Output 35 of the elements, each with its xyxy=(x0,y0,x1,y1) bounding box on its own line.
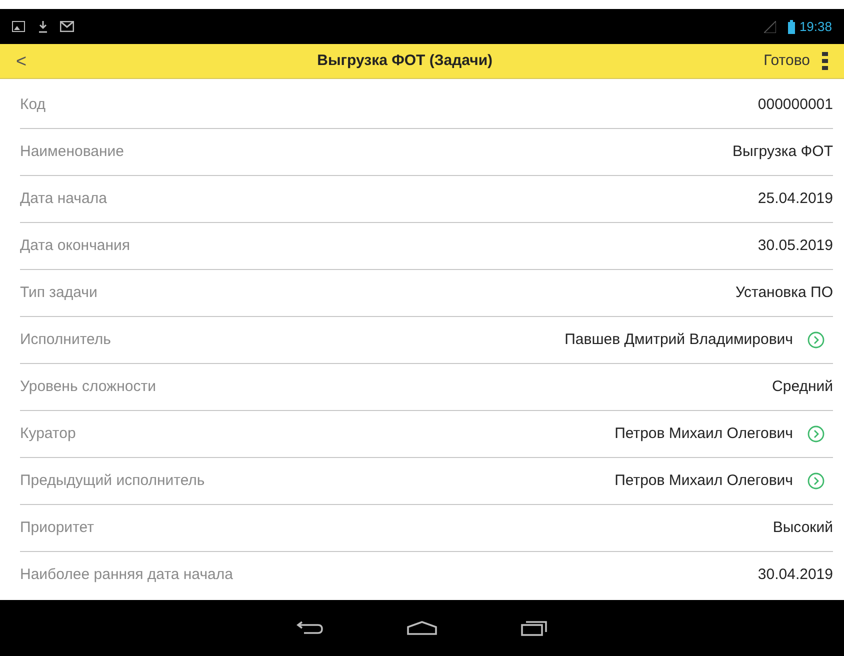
field-label: Код xyxy=(20,94,47,115)
more-menu-icon[interactable] xyxy=(822,52,828,70)
image-icon xyxy=(12,20,26,32)
field-label: Тип задачи xyxy=(20,282,98,303)
field-label: Дата окончания xyxy=(20,236,132,256)
field-label: Приоритет xyxy=(20,518,95,538)
field-value: Средний xyxy=(772,376,833,397)
page-title: Выгрузка ФОТ (Задачи) xyxy=(316,50,494,71)
done-button[interactable]: Готово xyxy=(764,50,810,72)
field-value: Установка ПО xyxy=(735,282,833,303)
field-label: Наименование xyxy=(20,142,125,162)
battery-icon xyxy=(788,20,796,34)
mail-icon xyxy=(60,21,74,32)
field-label: Дата начала xyxy=(20,188,108,209)
field-label: Куратор xyxy=(20,424,77,444)
field-value: 25.04.2019 xyxy=(758,188,833,209)
field-value: Выгрузка ФОТ xyxy=(732,142,833,162)
field-value[interactable]: Петров Михаил Олегович xyxy=(614,470,793,492)
download-icon xyxy=(38,20,48,32)
field-value: 30.05.2019 xyxy=(758,236,833,256)
clock-time: 19:38 xyxy=(799,18,832,36)
field-label: Предыдущий исполнитель xyxy=(20,470,206,491)
field-label: Уровень сложности xyxy=(20,376,157,397)
field-value[interactable]: Павшев Дмитрий Владимирович xyxy=(564,328,793,352)
field-value: 30.04.2019 xyxy=(758,565,833,586)
recent-apps-icon[interactable] xyxy=(520,619,548,637)
signal-icon xyxy=(764,20,776,32)
field-label: Исполнитель xyxy=(20,330,112,350)
home-icon[interactable] xyxy=(406,620,438,636)
field-value: 000000001 xyxy=(758,94,833,115)
field-value[interactable]: Петров Михаил Олегович xyxy=(614,422,793,446)
field-label: Наиболее ранняя дата начала xyxy=(20,565,234,586)
back-icon[interactable] xyxy=(296,620,324,636)
field-value: Высокий xyxy=(772,518,833,538)
back-button[interactable]: < xyxy=(16,48,46,74)
